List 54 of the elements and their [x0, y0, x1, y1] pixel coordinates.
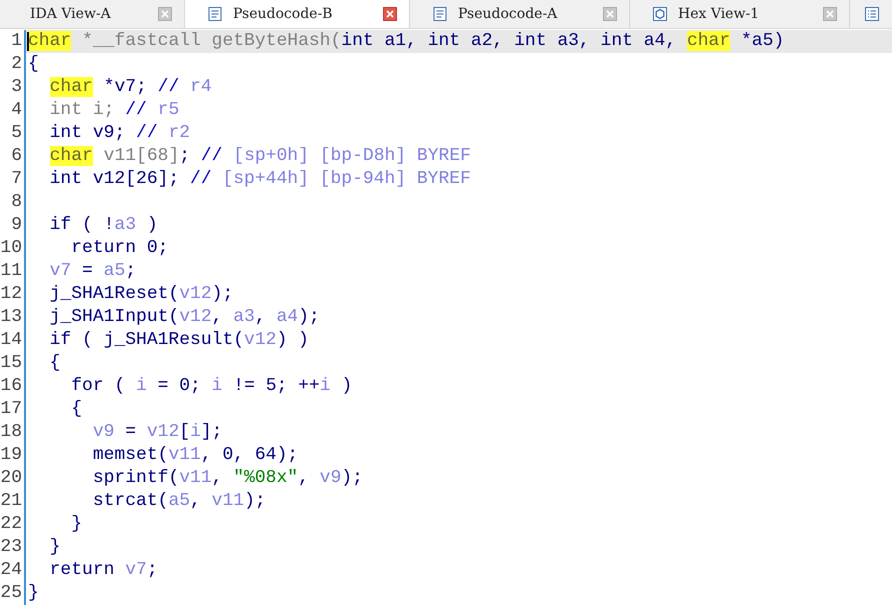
code-line: { — [48, 352, 62, 375]
code-line: if ( j_SHA1Result(v12) ) — [48, 329, 310, 352]
code-line: return v7; — [48, 559, 159, 582]
code-line: int i; // r5 — [48, 99, 180, 122]
line-number: 16 — [0, 375, 26, 398]
line-number: 20 — [0, 467, 26, 490]
line-number: 24 — [0, 559, 26, 582]
close-icon[interactable] — [383, 7, 397, 21]
tab[interactable]: Pseudocode-A — [410, 0, 630, 28]
code-line: int v12[26]; // [sp+44h] [bp-94h] BYREF — [48, 168, 472, 191]
line-number: 22 — [0, 513, 26, 536]
code-line: v7 = a5; — [48, 260, 138, 283]
tab[interactable]: Hex View-1 — [630, 0, 850, 28]
line-number: 23 — [0, 536, 26, 559]
code-line: int v9; // r2 — [48, 122, 192, 145]
line-number: 8 — [0, 191, 26, 214]
line-number: 7 — [0, 168, 26, 191]
line-number: 5 — [0, 122, 26, 145]
code-line: char *v7; // r4 — [48, 76, 213, 99]
line-number: 10 — [0, 237, 26, 260]
line-number: 6 — [0, 145, 26, 168]
line-number: 11 — [0, 260, 26, 283]
tab[interactable]: Pseudocode-B — [185, 0, 410, 28]
line-number: 2 — [0, 53, 26, 76]
code-line: char v11[68]; // [sp+0h] [bp-D8h] BYREF — [48, 145, 472, 168]
line-number: 4 — [0, 99, 26, 122]
line-number: 25 — [0, 582, 26, 605]
list-icon — [864, 6, 880, 22]
line-number: 3 — [0, 76, 26, 99]
code-line: v9 = v12[i]; — [92, 421, 224, 444]
code-line: sprintf(v11, "%08x", v9); — [92, 467, 364, 490]
document-icon — [207, 6, 223, 22]
line-number: 17 — [0, 398, 26, 421]
code-line: } — [27, 582, 40, 605]
code-line: for ( i = 0; i != 5; ++i ) — [70, 375, 354, 398]
code-line: memset(v11, 0, 64); — [92, 444, 300, 467]
code-line: { — [27, 53, 40, 76]
line-number: 12 — [0, 283, 26, 306]
line-number: 14 — [0, 329, 26, 352]
line-number: 9 — [0, 214, 26, 237]
document-icon — [432, 6, 448, 22]
line-number: 13 — [0, 306, 26, 329]
line-number: 15 — [0, 352, 26, 375]
code-line: { — [70, 398, 84, 421]
line-number: 19 — [0, 444, 26, 467]
line-number: 18 — [0, 421, 26, 444]
line-number: 21 — [0, 490, 26, 513]
code-line: return 0; — [70, 237, 170, 260]
code-line: } — [70, 513, 84, 536]
code-line: strcat(a5, v11); — [92, 490, 267, 513]
code-line: j_SHA1Reset(v12); — [48, 283, 234, 306]
code-line: if ( !a3 ) — [48, 214, 159, 237]
code-line: j_SHA1Input(v12, a3, a4); — [48, 306, 321, 329]
code-line: } — [48, 536, 62, 559]
